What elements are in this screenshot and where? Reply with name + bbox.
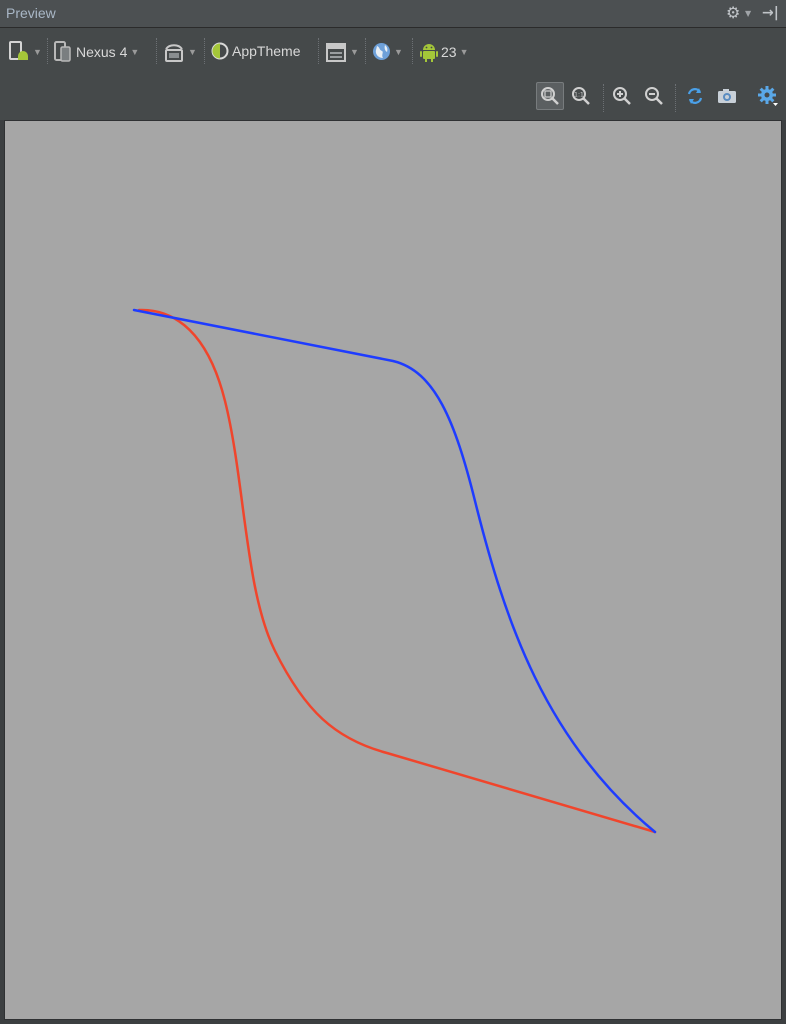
chevron-down-icon: ▼ <box>188 47 197 57</box>
theme-icon <box>211 42 229 60</box>
curves-drawing <box>132 308 657 834</box>
rotate-screen-icon <box>165 44 183 62</box>
toolbar-divider <box>156 38 157 64</box>
orientation-dropdown[interactable]: ▼ <box>163 41 197 63</box>
chevron-down-icon: ▼ <box>33 47 42 57</box>
panel-settings-gear-icon[interactable]: ⚙ <box>726 5 740 21</box>
theme-label: AppTheme <box>232 43 301 59</box>
blue-curve <box>132 308 657 834</box>
device-configuration-icon <box>9 41 28 60</box>
panel-title: Preview <box>6 5 56 21</box>
zoom-actual-size-icon: 1:1 <box>572 87 590 105</box>
toolbar-divider <box>365 38 366 64</box>
preview-settings-button[interactable] <box>754 82 782 110</box>
device-label: Nexus 4 <box>76 44 128 60</box>
zoom-in-button[interactable] <box>608 82 636 110</box>
chevron-down-icon: ▼ <box>350 47 359 57</box>
refresh-button[interactable] <box>681 82 709 110</box>
zoom-in-icon <box>613 87 631 105</box>
hide-panel-icon[interactable]: →| <box>762 5 779 21</box>
toolbar-divider <box>204 38 205 64</box>
zoom-out-icon <box>645 87 663 105</box>
chevron-down-icon: ▼ <box>130 47 140 57</box>
screenshot-button[interactable] <box>713 82 741 110</box>
red-curve <box>137 308 657 834</box>
gear-icon <box>758 86 778 106</box>
panel-settings-dropdown-icon[interactable]: ▼ <box>745 9 751 18</box>
theme-selector[interactable]: AppTheme <box>211 42 300 60</box>
panel-titlebar: Preview ⚙ ▼ →| <box>0 0 786 28</box>
api-level-dropdown[interactable]: 23 ▼ <box>419 41 469 63</box>
configuration-dropdown[interactable]: ▼ <box>8 40 42 64</box>
preview-canvas[interactable] <box>4 120 782 1020</box>
phone-icon <box>54 41 71 62</box>
toolbar-divider <box>47 38 48 64</box>
refresh-icon <box>687 88 703 104</box>
toolbar-divider <box>675 84 676 112</box>
android-icon <box>420 44 438 62</box>
preview-toolbar: ▼ Nexus 4 ▼ ▼ AppTheme ▼ ▼ 23 ▼ 1:1 <box>0 28 786 120</box>
chevron-down-icon: ▼ <box>459 47 469 57</box>
activity-layout-icon <box>326 43 346 62</box>
locale-dropdown[interactable]: ▼ <box>372 42 403 61</box>
globe-icon <box>373 43 390 60</box>
toolbar-divider <box>603 84 604 112</box>
camera-icon <box>718 89 736 103</box>
api-level-label: 23 <box>441 44 457 60</box>
device-dropdown[interactable]: Nexus 4 ▼ <box>54 41 139 63</box>
toolbar-divider <box>412 38 413 64</box>
activity-dropdown[interactable]: ▼ <box>325 41 359 63</box>
zoom-out-button[interactable] <box>640 82 668 110</box>
zoom-fit-icon <box>541 87 559 105</box>
toolbar-divider <box>318 38 319 64</box>
chevron-down-icon: ▼ <box>394 46 403 57</box>
svg-text:1:1: 1:1 <box>574 92 584 99</box>
zoom-to-fit-button[interactable] <box>536 82 564 110</box>
actual-size-button[interactable]: 1:1 <box>567 82 595 110</box>
